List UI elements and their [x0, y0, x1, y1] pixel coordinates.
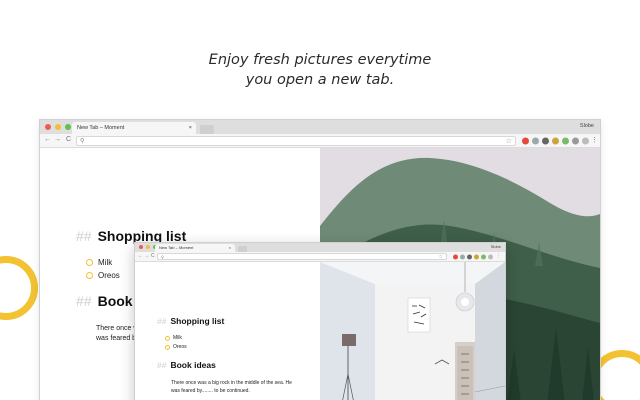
new-tab-page: ## Shopping list Milk Oreos ## Book ideas … — [135, 262, 505, 400]
browser-window-small: New Tab – Moment × Slobe ← → C ⚲ ☆ ⋮ ## … — [135, 243, 505, 400]
text-line: There once was a big rock in the middle … — [171, 380, 292, 386]
extension-icon[interactable] — [542, 137, 549, 144]
bookmark-star-icon[interactable]: ☆ — [506, 137, 512, 145]
extension-icon[interactable] — [488, 254, 493, 259]
address-bar[interactable]: ⚲ ☆ — [76, 136, 516, 146]
reload-icon[interactable]: C — [66, 136, 71, 143]
list-item[interactable]: Oreos — [86, 271, 120, 280]
forward-icon[interactable]: → — [54, 136, 61, 143]
address-bar[interactable]: ⚲ ☆ — [157, 253, 447, 260]
browser-toolbar: ← → C ⚲ ☆ ⋮ — [40, 134, 600, 148]
book-ideas-title[interactable]: Book i — [98, 293, 141, 309]
extension-icon[interactable] — [460, 254, 465, 259]
checkbox-circle-icon[interactable] — [165, 344, 170, 350]
browser-toolbar: ← → C ⚲ ☆ ⋮ — [135, 252, 505, 262]
menu-icon[interactable]: ⋮ — [591, 136, 598, 144]
checkbox-circle-icon[interactable] — [86, 272, 93, 279]
minimize-window-button[interactable] — [146, 245, 150, 249]
text-line: was feared b — [96, 335, 137, 342]
shopping-list-title[interactable]: Shopping list — [170, 316, 224, 326]
headline-line-1: Enjoy fresh pictures everytime — [208, 52, 432, 68]
shopping-list-heading: ## Shopping list — [76, 228, 186, 244]
tab-close-icon[interactable]: × — [189, 122, 192, 134]
maximize-window-button[interactable] — [65, 124, 71, 130]
notes-panel: ## Shopping list Milk Oreos ## Book ideas … — [135, 262, 320, 400]
extension-icon[interactable] — [474, 254, 479, 259]
back-icon[interactable]: ← — [44, 136, 51, 143]
book-ideas-heading: ## Book ideas — [157, 360, 216, 370]
tab-new-tab[interactable]: New Tab – Moment × — [72, 122, 196, 134]
book-ideas-heading: ## Book i — [76, 293, 140, 309]
tab-title: New Tab – Moment — [77, 125, 125, 131]
profile-name[interactable]: Slobe — [491, 244, 501, 249]
bookmark-star-icon[interactable]: ☆ — [439, 254, 443, 260]
tab-close-icon[interactable]: × — [229, 244, 231, 252]
extension-icon[interactable] — [481, 254, 486, 259]
heading-marker: ## — [157, 360, 167, 370]
promo-screenshot: Enjoy fresh pictures everytime you open … — [0, 0, 640, 400]
book-ideas-text[interactable]: There once w was feared b — [96, 324, 138, 344]
decorative-ring-left — [0, 256, 38, 320]
extension-icon[interactable] — [582, 137, 589, 144]
reload-icon[interactable]: C — [151, 253, 155, 259]
heading-marker: ## — [157, 316, 167, 326]
checkbox-circle-icon[interactable] — [165, 335, 170, 341]
shopping-list-title[interactable]: Shopping list — [98, 228, 187, 244]
list-item[interactable]: Milk — [165, 335, 182, 341]
window-controls — [45, 124, 71, 130]
tab-new-tab[interactable]: New Tab – Moment × — [155, 244, 235, 252]
extension-icon[interactable] — [572, 137, 579, 144]
shopping-list-heading: ## Shopping list — [157, 316, 224, 326]
profile-name[interactable]: Slobe — [580, 123, 594, 129]
forward-icon[interactable]: → — [144, 253, 149, 259]
headline: Enjoy fresh pictures everytime you open … — [0, 50, 640, 90]
menu-icon[interactable]: ⋮ — [496, 253, 501, 259]
list-item[interactable]: Oreos — [165, 344, 187, 350]
search-icon: ⚲ — [80, 138, 85, 145]
back-icon[interactable]: ← — [138, 253, 143, 259]
search-icon: ⚲ — [161, 254, 164, 259]
extension-adblock-icon[interactable] — [453, 254, 458, 259]
list-item-label: Oreos — [173, 344, 187, 350]
checkbox-circle-icon[interactable] — [86, 259, 93, 266]
close-window-button[interactable] — [139, 245, 143, 249]
list-item[interactable]: Milk — [86, 258, 112, 267]
tab-bar: New Tab – Moment × Slobe — [40, 120, 600, 134]
extension-icon[interactable] — [532, 137, 539, 144]
book-ideas-text[interactable]: There once was a big rock in the middle … — [171, 379, 292, 395]
list-item-label: Milk — [98, 258, 113, 267]
heading-marker: ## — [76, 228, 92, 244]
heading-marker: ## — [76, 293, 92, 309]
extension-icon[interactable] — [552, 137, 559, 144]
text-line: was feared by........ to be continued. — [171, 388, 250, 394]
minimize-window-button[interactable] — [55, 124, 61, 130]
list-item-label: Milk — [173, 335, 182, 341]
text-line: There once w — [96, 325, 139, 332]
headline-line-2: you open a new tab. — [245, 72, 395, 88]
extension-icon[interactable] — [467, 254, 472, 259]
background-photo-interior — [320, 262, 505, 400]
list-item-label: Oreos — [98, 271, 120, 280]
tab-bar: New Tab – Moment × Slobe — [135, 243, 505, 252]
extension-icon[interactable] — [562, 137, 569, 144]
extension-adblock-icon[interactable] — [522, 137, 529, 144]
book-ideas-title[interactable]: Book ideas — [170, 360, 215, 370]
new-tab-button[interactable] — [200, 125, 214, 134]
close-window-button[interactable] — [45, 124, 51, 130]
tab-title: New Tab – Moment — [159, 245, 194, 250]
